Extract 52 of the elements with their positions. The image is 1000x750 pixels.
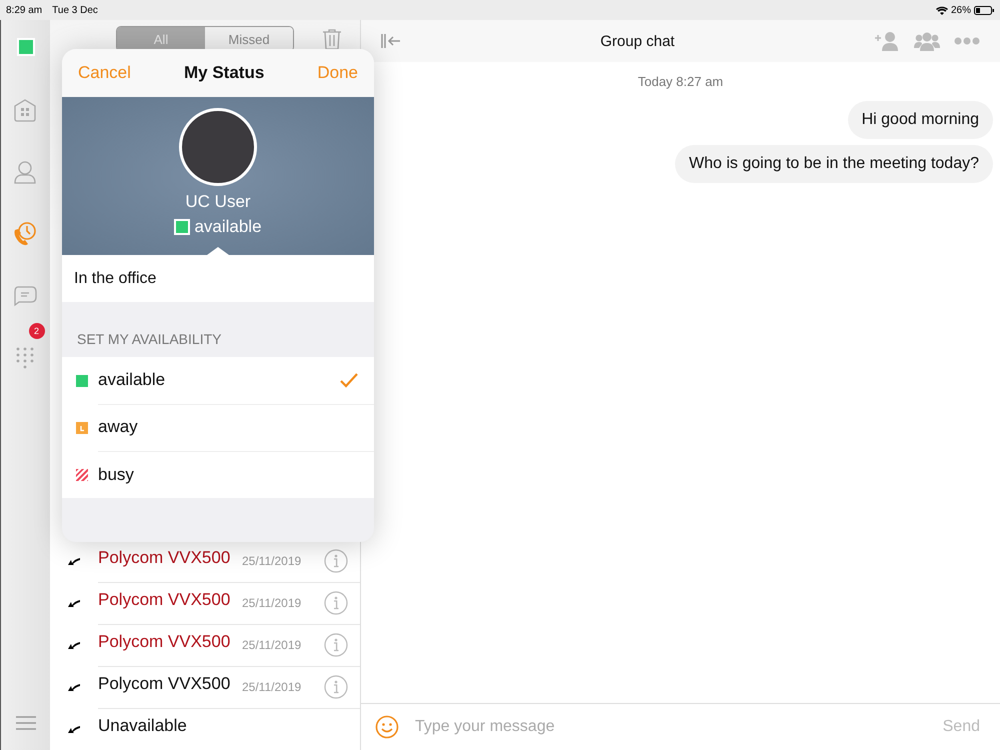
incoming-call-arrow-icon <box>67 682 81 692</box>
message-bubble: Hi good morning <box>848 101 993 139</box>
filter-tab[interactable]: All <box>117 27 205 51</box>
menu-icon[interactable] <box>16 716 36 730</box>
incoming-call-arrow-icon <box>67 724 81 734</box>
cancel-button[interactable]: Cancel <box>78 63 131 83</box>
battery-percent: 26% <box>950 4 971 16</box>
incoming-call-arrow-icon <box>67 598 81 608</box>
more-icon[interactable] <box>954 37 980 45</box>
current-status-label: available <box>194 217 262 237</box>
chat-title: Group chat <box>599 32 676 50</box>
status-time: 8:29 am <box>6 4 42 16</box>
status-date: Tue 3 Dec <box>52 4 98 16</box>
info-icon[interactable] <box>324 632 348 656</box>
filter-tab[interactable]: Missed <box>205 27 293 51</box>
availability-option[interactable]: away <box>98 417 358 437</box>
caller-name: Polycom VVX500 <box>98 590 232 610</box>
user-name: UC User <box>185 192 251 212</box>
popover-title: My Status <box>184 63 264 83</box>
message-timestamp: Today 8:27 am <box>638 74 724 89</box>
caller-name: Polycom VVX500 <box>98 674 232 694</box>
smiley-icon[interactable] <box>375 715 399 739</box>
availability-option[interactable]: available <box>98 370 340 390</box>
notification-badge: 2 <box>28 323 44 339</box>
info-icon[interactable] <box>324 548 348 572</box>
availability-option[interactable]: busy <box>98 464 358 484</box>
wifi-icon <box>936 6 948 14</box>
done-button[interactable]: Done <box>317 63 358 83</box>
call-date: 25/11/2019 <box>242 680 302 694</box>
section-header: SET MY AVAILABILITY <box>76 330 222 349</box>
call-date: 25/11/2019 <box>242 638 302 652</box>
trash-icon[interactable] <box>322 28 342 50</box>
add-person-icon[interactable] <box>874 31 900 51</box>
caller-name: Unavailable <box>98 716 188 736</box>
call-date: 25/11/2019 <box>242 596 302 610</box>
person-icon[interactable] <box>13 158 38 184</box>
group-icon[interactable] <box>914 31 940 51</box>
message-bubble: Who is going to be in the meeting today? <box>675 145 993 183</box>
status-note: In the office <box>62 255 374 302</box>
info-icon[interactable] <box>324 674 348 698</box>
send-button[interactable]: Send <box>936 717 986 737</box>
collapse-sidebar-icon[interactable] <box>381 33 401 49</box>
caller-name: Polycom VVX500 <box>98 548 232 568</box>
message-input[interactable]: Type your message <box>413 717 923 737</box>
call-date: 25/11/2019 <box>242 554 302 568</box>
battery-icon <box>974 6 994 14</box>
caller-name: Polycom VVX500 <box>98 632 232 652</box>
phone-clock-icon[interactable] <box>13 220 38 246</box>
info-icon[interactable] <box>324 590 348 614</box>
building-icon[interactable] <box>13 96 38 122</box>
incoming-call-arrow-icon <box>67 556 81 566</box>
incoming-call-arrow-icon <box>67 640 81 650</box>
